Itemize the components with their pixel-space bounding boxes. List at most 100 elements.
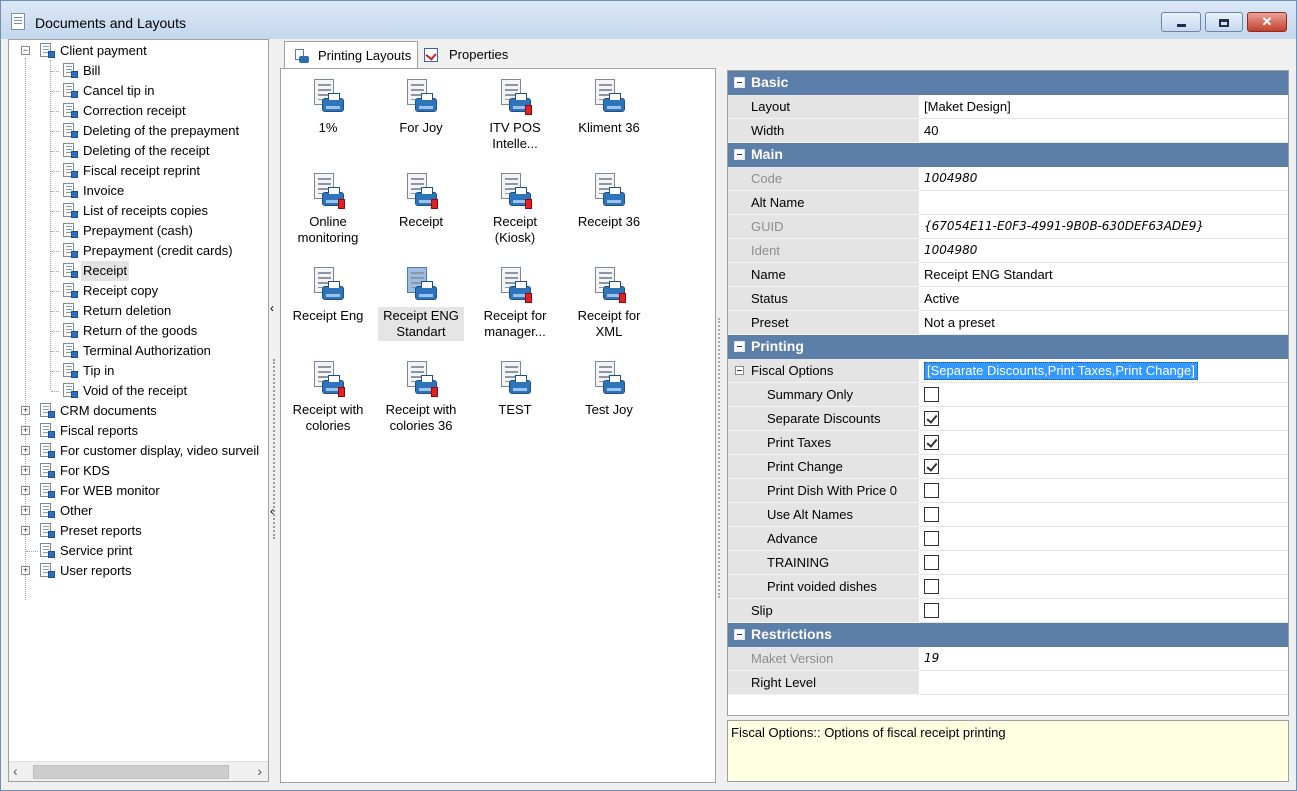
layout-item[interactable]: Receipt bbox=[378, 167, 464, 255]
print-voided-dishes-checkbox[interactable] bbox=[924, 579, 939, 594]
prop-name[interactable]: Name Receipt ENG Standart bbox=[728, 263, 1288, 287]
tree-line bbox=[51, 291, 59, 292]
category-main[interactable]: Main bbox=[728, 143, 1288, 167]
print-change-checkbox[interactable] bbox=[924, 459, 939, 474]
prop-print-dish-price-zero[interactable]: Print Dish With Price 0 bbox=[728, 479, 1288, 503]
category-basic[interactable]: Basic bbox=[728, 71, 1288, 95]
expand-toggle[interactable]: + bbox=[21, 526, 30, 535]
printer-layout-icon bbox=[499, 361, 531, 399]
summary-only-checkbox[interactable] bbox=[924, 387, 939, 402]
minimize-button[interactable] bbox=[1161, 12, 1201, 32]
title-bar[interactable]: Documents and Layouts ✕ bbox=[1, 1, 1296, 39]
expand-toggle[interactable]: + bbox=[21, 426, 30, 435]
layout-item[interactable]: TEST bbox=[472, 355, 558, 443]
printer-layout-warning-icon bbox=[312, 173, 345, 211]
documents-tree[interactable]: − Client payment Bill Cancel tip in Corr… bbox=[8, 39, 269, 782]
collapse-toggle[interactable] bbox=[735, 366, 744, 375]
prop-use-alt-names[interactable]: Use Alt Names bbox=[728, 503, 1288, 527]
category-restrictions[interactable]: Restrictions bbox=[728, 623, 1288, 647]
prop-status[interactable]: Status Active bbox=[728, 287, 1288, 311]
printer-layout-warning-icon bbox=[405, 361, 438, 399]
collapse-left-icon[interactable]: ‹ bbox=[270, 301, 274, 315]
category-printing[interactable]: Printing bbox=[728, 335, 1288, 359]
layout-item[interactable]: For Joy bbox=[378, 73, 464, 161]
prop-guid[interactable]: GUID {67054E11-E0F3-4991-9B0B-630DEF63AD… bbox=[728, 215, 1288, 239]
prop-preset[interactable]: Preset Not a preset bbox=[728, 311, 1288, 335]
advance-checkbox[interactable] bbox=[924, 531, 939, 546]
minimize-icon bbox=[1162, 14, 1200, 30]
tree-line bbox=[51, 371, 59, 372]
expand-toggle[interactable]: + bbox=[21, 406, 30, 415]
tree-line bbox=[51, 251, 59, 252]
print-dish-price-zero-checkbox[interactable] bbox=[924, 483, 939, 498]
horizontal-scrollbar[interactable]: ‹ › bbox=[9, 761, 268, 781]
prop-fiscal-options[interactable]: Fiscal Options [Separate Discounts,Print… bbox=[728, 359, 1288, 383]
scroll-thumb[interactable] bbox=[33, 765, 229, 779]
prop-print-taxes[interactable]: Print Taxes bbox=[728, 431, 1288, 455]
tab-properties[interactable]: Properties bbox=[420, 41, 520, 69]
layout-item[interactable]: Receipt (Kiosk) bbox=[472, 167, 558, 255]
separate-discounts-checkbox[interactable] bbox=[924, 411, 939, 426]
collapse-icon[interactable] bbox=[734, 629, 745, 640]
printer-layout-icon bbox=[312, 79, 344, 117]
layout-item[interactable]: 1% bbox=[285, 73, 371, 161]
property-grid[interactable]: Basic Layout [Maket Design] Width 40 Mai… bbox=[727, 70, 1289, 716]
layout-item[interactable]: Receipt with colories 36 bbox=[378, 355, 464, 443]
layout-item[interactable]: Receipt 36 bbox=[566, 167, 652, 255]
layout-item-selected[interactable]: Receipt ENG Standart bbox=[378, 261, 464, 349]
prop-layout[interactable]: Layout [Maket Design] bbox=[728, 95, 1288, 119]
layout-item[interactable]: Online monitoring bbox=[285, 167, 371, 255]
document-icon bbox=[63, 163, 78, 179]
prop-slip[interactable]: Slip bbox=[728, 599, 1288, 623]
expand-toggle[interactable]: + bbox=[21, 566, 30, 575]
expand-toggle[interactable]: + bbox=[21, 506, 30, 515]
prop-ident[interactable]: Ident 1004980 bbox=[728, 239, 1288, 263]
layout-item[interactable]: Receipt for manager... bbox=[472, 261, 558, 349]
prop-advance[interactable]: Advance bbox=[728, 527, 1288, 551]
layout-item[interactable]: Receipt Eng bbox=[285, 261, 371, 349]
layouts-list[interactable]: 1% For Joy ITV POS Intelle... Kliment 36 … bbox=[280, 68, 716, 783]
expand-toggle[interactable]: + bbox=[21, 486, 30, 495]
document-icon bbox=[63, 383, 78, 399]
prop-training[interactable]: TRAINING bbox=[728, 551, 1288, 575]
window-title: Documents and Layouts bbox=[35, 15, 186, 31]
left-splitter[interactable]: ‹ ‹ bbox=[269, 39, 279, 782]
close-button[interactable]: ✕ bbox=[1247, 12, 1287, 32]
expand-toggle[interactable]: + bbox=[21, 446, 30, 455]
prop-print-change[interactable]: Print Change bbox=[728, 455, 1288, 479]
prop-maket-version[interactable]: Maket Version 19 bbox=[728, 647, 1288, 671]
layout-item[interactable]: Receipt with colories bbox=[285, 355, 371, 443]
prop-code[interactable]: Code 1004980 bbox=[728, 167, 1288, 191]
prop-width[interactable]: Width 40 bbox=[728, 119, 1288, 143]
scroll-left-icon[interactable]: ‹ bbox=[13, 763, 18, 779]
prop-summary-only[interactable]: Summary Only bbox=[728, 383, 1288, 407]
collapse-icon[interactable] bbox=[734, 149, 745, 160]
layout-item[interactable]: Receipt for XML bbox=[566, 261, 652, 349]
slip-checkbox[interactable] bbox=[924, 603, 939, 618]
document-folder-icon bbox=[40, 503, 55, 519]
collapse-toggle[interactable]: − bbox=[21, 46, 30, 55]
prop-separate-discounts[interactable]: Separate Discounts bbox=[728, 407, 1288, 431]
tree-line bbox=[51, 191, 59, 192]
prop-alt-name[interactable]: Alt Name bbox=[728, 191, 1288, 215]
maximize-button[interactable] bbox=[1205, 12, 1243, 32]
layout-item[interactable]: Test Joy bbox=[566, 355, 652, 443]
right-splitter[interactable] bbox=[716, 68, 726, 783]
print-taxes-checkbox[interactable] bbox=[924, 435, 939, 450]
tab-printing-layouts[interactable]: Printing Layouts bbox=[284, 41, 418, 69]
tree-line bbox=[51, 311, 59, 312]
training-checkbox[interactable] bbox=[924, 555, 939, 570]
collapse-icon[interactable] bbox=[734, 77, 745, 88]
collapse-left-icon[interactable]: ‹ bbox=[270, 504, 274, 518]
expand-toggle[interactable]: + bbox=[21, 466, 30, 475]
use-alt-names-checkbox[interactable] bbox=[924, 507, 939, 522]
document-icon bbox=[63, 303, 78, 319]
document-icon bbox=[11, 13, 25, 30]
layout-item[interactable]: ITV POS Intelle... bbox=[472, 73, 558, 161]
prop-print-voided-dishes[interactable]: Print voided dishes bbox=[728, 575, 1288, 599]
fiscal-options-value[interactable]: [Separate Discounts,Print Taxes,Print Ch… bbox=[924, 362, 1198, 380]
prop-right-level[interactable]: Right Level bbox=[728, 671, 1288, 695]
scroll-right-icon[interactable]: › bbox=[257, 763, 262, 779]
layout-item[interactable]: Kliment 36 bbox=[566, 73, 652, 161]
collapse-icon[interactable] bbox=[734, 341, 745, 352]
